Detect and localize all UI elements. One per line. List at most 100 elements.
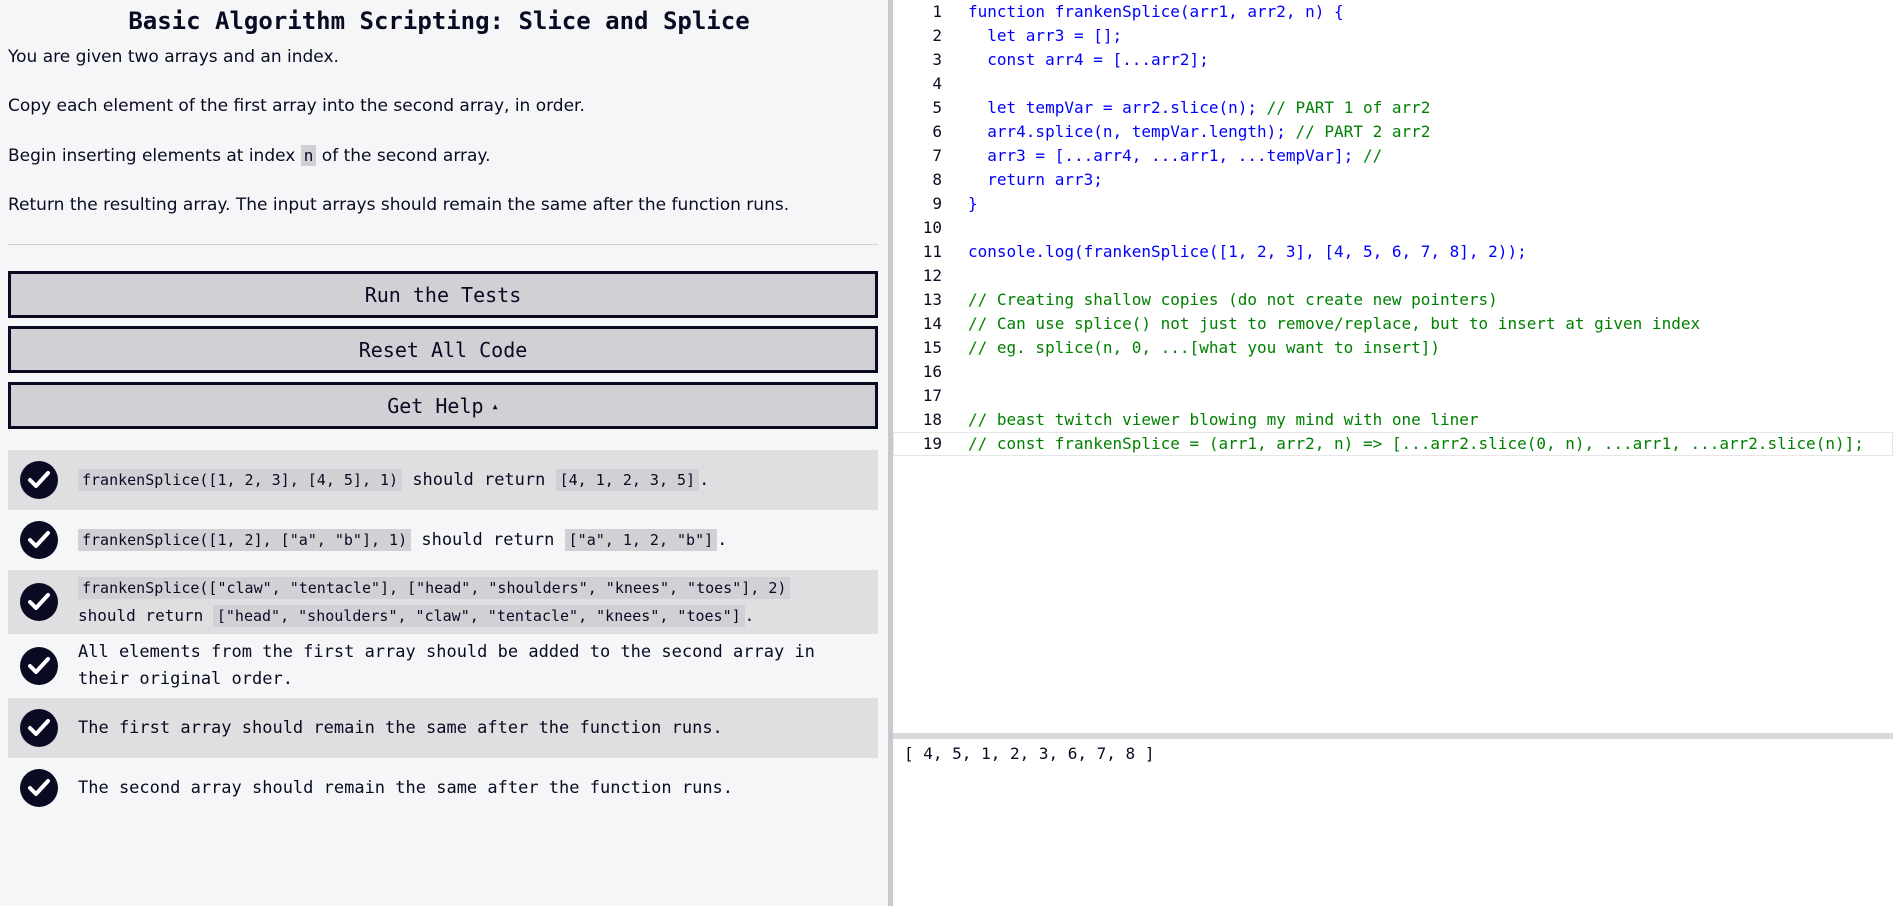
code-line[interactable]: 12 [893, 264, 1893, 288]
run-tests-button[interactable]: Run the Tests [8, 271, 878, 318]
inline-code-n: n [300, 145, 317, 166]
test-text: frankenSplice([1, 2, 3], [4, 5], 1) shou… [78, 467, 878, 494]
get-help-button[interactable]: Get Help ▴ [8, 382, 878, 429]
code-statement: arr3 = [...arr4, ...arr1, ...tempVar]; [968, 146, 1363, 165]
code-line[interactable]: 14 // Can use splice() not just to remove… [893, 312, 1893, 336]
code-text[interactable]: let tempVar = arr2.slice(n); // PART 1 o… [968, 96, 1430, 120]
description-text: of the second array. [316, 146, 491, 166]
code-comment[interactable]: // eg. splice(n, 0, ...[what you want to… [968, 336, 1440, 360]
code-line[interactable]: 5 let tempVar = arr2.slice(n); // PART 1… [893, 96, 1893, 120]
line-number: 2 [932, 26, 942, 45]
code-line[interactable]: 1 function frankenSplice(arr1, arr2, n) { [893, 0, 1893, 24]
code-comment[interactable]: // Creating shallow copies (do not creat… [968, 288, 1498, 312]
code-statement: arr4.splice(n, tempVar.length); [968, 122, 1296, 141]
test-text-middle: should return [78, 606, 213, 625]
test-item: The first array should remain the same a… [8, 698, 878, 758]
line-number: 18 [922, 410, 942, 429]
description-paragraph-3: Begin inserting elements at index n of t… [8, 143, 880, 169]
code-line[interactable]: 9} [893, 192, 1893, 216]
test-text-middle: should return [411, 529, 565, 550]
run-tests-label: Run the Tests [364, 282, 522, 307]
line-number: 16 [922, 362, 942, 381]
code-statement: let tempVar = arr2.slice(n); [968, 98, 1267, 117]
code-line[interactable]: 16 [893, 360, 1893, 384]
line-number: 15 [922, 338, 942, 357]
code-editor[interactable]: 1 function frankenSplice(arr1, arr2, n) {… [893, 0, 1893, 733]
code-line[interactable]: 10 [893, 216, 1893, 240]
line-number: 7 [932, 146, 942, 165]
test-item: frankenSplice([1, 2, 3], [4, 5], 1) shou… [8, 450, 878, 510]
test-text-end: . [699, 469, 710, 490]
reset-code-label: Reset All Code [358, 337, 528, 362]
test-result: [4, 1, 2, 3, 5] [555, 468, 700, 491]
code-line[interactable]: 18 // beast twitch viewer blowing my mind… [893, 408, 1893, 432]
line-number: 11 [922, 242, 942, 261]
code-text[interactable]: return arr3; [968, 168, 1103, 192]
line-number: 10 [922, 218, 942, 237]
checkmark-circle-icon [20, 769, 58, 807]
test-text: All elements from the first array should… [78, 642, 815, 689]
code-line[interactable]: 4 [893, 72, 1893, 96]
code-comment[interactable]: // beast twitch viewer blowing my mind w… [968, 408, 1479, 432]
code-text[interactable]: const arr4 = [...arr2]; [968, 48, 1209, 72]
code-line[interactable]: 17 [893, 384, 1893, 408]
test-code: frankenSplice(["claw", "tentacle"], ["he… [78, 577, 791, 599]
code-line[interactable]: 11 console.log(frankenSplice([1, 2, 3], [… [893, 240, 1893, 264]
test-list: frankenSplice([1, 2, 3], [4, 5], 1) shou… [8, 450, 878, 818]
line-number: 17 [922, 386, 942, 405]
test-item: frankenSplice([1, 2], ["a", "b"], 1) sho… [8, 510, 878, 570]
app: Basic Algorithm Scripting: Slice and Spl… [0, 0, 1893, 906]
reset-code-button[interactable]: Reset All Code [8, 326, 878, 373]
line-number: 9 [932, 194, 942, 213]
test-item: All elements from the first array should… [8, 634, 878, 698]
instructions-pane: Basic Algorithm Scripting: Slice and Spl… [0, 0, 888, 906]
line-number: 4 [932, 74, 942, 93]
test-item: The second array should remain the same … [8, 758, 878, 818]
test-text: frankenSplice(["claw", "tentacle"], ["he… [78, 574, 878, 630]
line-number: 3 [932, 50, 942, 69]
line-number: 13 [922, 290, 942, 309]
test-result: ["head", "shoulders", "claw", "tentacle"… [212, 605, 745, 627]
code-line[interactable]: 8 return arr3; [893, 168, 1893, 192]
code-line[interactable]: 13 // Creating shallow copies (do not cre… [893, 288, 1893, 312]
code-text[interactable]: function frankenSplice(arr1, arr2, n) { [968, 0, 1344, 24]
code-text[interactable]: let arr3 = []; [968, 24, 1122, 48]
code-line-active[interactable]: 19 // const frankenSplice = (arr1, arr2, … [893, 432, 1893, 456]
code-comment[interactable]: // Can use splice() not just to remove/r… [968, 312, 1700, 336]
get-help-label: Get Help [387, 393, 484, 418]
checkmark-circle-icon [20, 521, 58, 559]
checkmark-circle-icon [20, 461, 58, 499]
code-line[interactable]: 2 let arr3 = []; [893, 24, 1893, 48]
code-comment[interactable]: // const frankenSplice = (arr1, arr2, n)… [968, 432, 1864, 456]
challenge-title: Basic Algorithm Scripting: Slice and Spl… [128, 7, 750, 35]
checkmark-circle-icon [20, 709, 58, 747]
line-number: 6 [932, 122, 942, 141]
test-text-middle: should return [402, 469, 556, 490]
caret-up-icon: ▴ [491, 398, 499, 413]
line-number: 12 [922, 266, 942, 285]
console-output-panel: [ 4, 5, 1, 2, 3, 6, 7, 8 ] [893, 739, 1893, 906]
code-text[interactable]: arr4.splice(n, tempVar.length); // PART … [968, 120, 1430, 144]
code-line[interactable]: 6 arr4.splice(n, tempVar.length); // PAR… [893, 120, 1893, 144]
code-line[interactable]: 3 const arr4 = [...arr2]; [893, 48, 1893, 72]
code-line[interactable]: 7 arr3 = [...arr4, ...arr1, ...tempVar];… [893, 144, 1893, 168]
code-text[interactable]: console.log(frankenSplice([1, 2, 3], [4,… [968, 240, 1527, 264]
checkmark-circle-icon [20, 583, 58, 621]
description-paragraph-4: Return the resulting array. The input ar… [8, 195, 790, 215]
code-comment: // PART 1 of arr2 [1266, 98, 1431, 117]
description-text: Begin inserting elements at index [8, 146, 301, 166]
test-text: The second array should remain the same … [78, 777, 734, 798]
test-item: frankenSplice(["claw", "tentacle"], ["he… [8, 570, 878, 634]
code-text[interactable]: arr3 = [...arr4, ...arr1, ...tempVar]; /… [968, 144, 1382, 168]
description-paragraph-1: You are given two arrays and an index. [8, 47, 339, 67]
line-number: 5 [932, 98, 942, 117]
code-line[interactable]: 15 // eg. splice(n, 0, ...[what you want … [893, 336, 1893, 360]
test-text-end: . [744, 606, 755, 625]
code-text[interactable]: } [968, 192, 978, 216]
code-comment: // PART 2 arr2 [1295, 122, 1431, 141]
test-text-end: . [717, 529, 728, 550]
line-number: 1 [932, 2, 942, 21]
code-comment: // [1362, 146, 1383, 165]
test-text: The first array should remain the same a… [78, 717, 723, 738]
test-code: frankenSplice([1, 2], ["a", "b"], 1) [78, 528, 412, 551]
